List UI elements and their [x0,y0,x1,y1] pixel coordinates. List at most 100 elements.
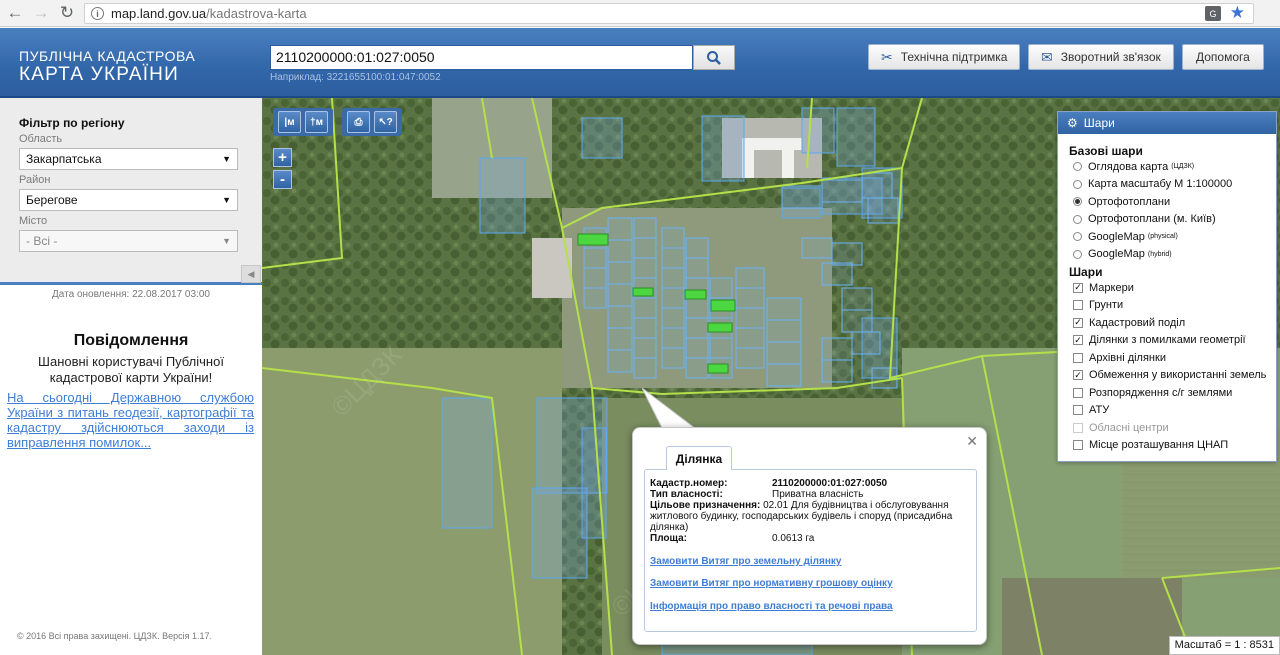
radio-button[interactable] [1073,179,1082,189]
overlay-layer-option[interactable]: ✓ Обмеження у використанні земель [1073,367,1276,385]
radio-button[interactable] [1073,162,1082,172]
overlay-layer-option[interactable]: ✓ Ділянки з помилками геометрії [1073,332,1276,350]
back-arrow-icon[interactable]: ← [4,2,26,24]
rayon-label: Район [19,174,51,186]
base-layer-option[interactable]: GoogleMap (hybrid) [1073,246,1276,264]
browser-toolbar: ← → ↻ i map.land.gov.ua/kadastrova-karta… [0,0,1280,27]
overlay-layer-label: Маркери [1089,281,1134,294]
overlay-layer-label: Обмеження у використанні земель [1089,369,1267,382]
base-layer-label: Ортофотоплани [1088,195,1171,208]
order-extract-link[interactable]: Замовити Витяг про земельну ділянку [650,556,841,567]
overlay-layer-option[interactable]: Обласні центри [1073,419,1276,437]
checkbox-checked[interactable]: ✓ [1073,282,1083,293]
overlay-layer-option[interactable]: Місце розташування ЦНАП [1073,437,1276,455]
info-icon[interactable]: i [91,7,104,20]
map-scale: Масштаб = 1 : 8531 [1168,636,1280,655]
feedback-label: Зворотний зв'язок [1060,50,1161,64]
reload-icon[interactable]: ↻ [56,2,78,24]
print-icon[interactable]: ⎙ [347,111,370,133]
overlay-layer-label: Місце розташування ЦНАП [1089,439,1229,452]
radio-button[interactable] [1073,197,1082,207]
address-bar[interactable]: i map.land.gov.ua/kadastrova-karta G ★ [84,3,1254,24]
purpose-row: Цільове призначення: 02.01 Для будівницт… [650,500,970,533]
checkbox[interactable] [1073,405,1083,416]
measure-distance-icon[interactable]: |м [278,111,301,133]
overlay-layer-label: Обласні центри [1089,421,1169,434]
overlay-layer-option[interactable]: Архівні ділянки [1073,349,1276,367]
base-layer-option[interactable]: Ортофотоплани [1073,193,1276,211]
zoom-in-button[interactable]: + [273,148,292,167]
ownership-info-link[interactable]: Інформація про право власності та речові… [650,601,893,612]
checkbox[interactable] [1073,387,1083,398]
zoom-out-button[interactable]: - [273,170,292,189]
map-view[interactable]: ©ЦДЗК ©ЦДЗК |м †м ⎙ ↖? + - ⚙Шари Базові … [262,98,1280,655]
overlay-layer-option[interactable]: ✓ Кадастровий поділ [1073,314,1276,332]
notice-title: Повідомлення [73,332,189,349]
overlay-layer-option[interactable]: АТУ [1073,402,1276,420]
layers-title: Шари [1083,116,1115,130]
notice-link[interactable]: На сьогодні Державною службою України з … [7,390,254,450]
envelope-icon: ✉ [1041,48,1053,65]
collapse-panel-button[interactable]: ◀ [241,265,261,283]
chevron-down-icon: ▼ [222,195,231,205]
search-button[interactable] [693,45,735,70]
support-label: Технічна підтримка [900,50,1008,64]
support-button[interactable]: ✂ Технічна підтримка [868,44,1021,70]
checkbox-checked[interactable]: ✓ [1073,370,1083,381]
region-filter: Фільтр по регіону Область Закарпатська ▼ … [0,98,262,285]
oblast-select[interactable]: Закарпатська ▼ [19,148,238,170]
bookmark-star-icon[interactable]: ★ [1230,3,1245,23]
base-layer-option[interactable]: Оглядова карта (ЦДЗК) [1073,158,1276,176]
base-layer-option[interactable]: GoogleMap (physical) [1073,228,1276,246]
base-layer-option[interactable]: Ортофотоплани (м. Київ) [1073,211,1276,229]
help-label: Допомога [1196,50,1250,64]
base-layer-superscript: (physical) [1147,233,1178,241]
base-layer-option[interactable]: Карта масштабу М 1:100000 [1073,176,1276,194]
site-logo[interactable]: ПУБЛІЧНА КАДАСТРОВА КАРТА УКРАЇНИ [19,48,195,86]
area-value: 0.0613 га [772,533,815,544]
cadnum-label: Кадастр.номер: [650,478,728,489]
layers-header[interactable]: ⚙ Шари [1058,112,1276,134]
base-layers-title: Базові шари [1069,144,1143,158]
overlay-layer-label: Грунти [1089,299,1124,312]
close-icon[interactable]: ✕ [966,433,978,450]
checkbox[interactable] [1073,422,1083,433]
overlay-layer-label: Розпорядження с/г землями [1089,386,1233,399]
radio-button[interactable] [1073,214,1082,224]
checkbox-checked[interactable]: ✓ [1073,335,1083,346]
feedback-button[interactable]: ✉ Зворотний зв'язок [1028,44,1174,70]
checkbox[interactable] [1073,352,1083,363]
translate-icon[interactable]: G [1205,6,1221,21]
overlay-layer-label: Архівні ділянки [1089,351,1166,364]
overlay-layer-option[interactable]: ✓ Маркери [1073,279,1276,297]
misto-select[interactable]: - Всі - ▼ [19,230,238,252]
overlay-layer-label: АТУ [1089,404,1110,417]
chevron-down-icon: ▼ [222,154,231,164]
checkbox-checked[interactable]: ✓ [1073,317,1083,328]
ownership-label: Тип власності: [650,489,723,500]
tab-parcel[interactable]: Ділянка [666,446,732,470]
search-input[interactable]: 2110200000:01:027:0050 [270,45,693,70]
chevron-left-icon: ◀ [247,268,255,279]
rayon-value: Берегове [26,193,78,207]
ownership-value: Приватна власність [772,489,864,500]
brand-line1: ПУБЛІЧНА КАДАСТРОВА [19,48,196,64]
purpose-label: Цільове призначення: [650,500,761,511]
checkbox[interactable] [1073,440,1083,451]
overlay-layer-option[interactable]: Розпорядження с/г землями [1073,384,1276,402]
measure-area-icon[interactable]: †м [305,111,328,133]
overlay-layer-option[interactable]: Грунти [1073,297,1276,315]
forward-arrow-icon[interactable]: → [30,2,52,24]
help-button[interactable]: Допомога [1182,44,1264,70]
parcel-popup: ✕ Ділянка Кадастр.номер: 2110200000:01:0… [632,427,987,645]
radio-button[interactable] [1073,249,1082,259]
identify-cursor-icon[interactable]: ↖? [374,111,397,133]
filter-title: Фільтр по регіону [19,116,125,130]
cadnum-value: 2110200000:01:027:0050 [772,478,888,489]
rayon-select[interactable]: Берегове ▼ [19,189,238,211]
order-valuation-link[interactable]: Замовити Витяг про нормативну грошову оц… [650,578,893,589]
checkbox[interactable] [1073,300,1083,311]
area-label: Площа: [650,533,687,544]
radio-button[interactable] [1073,232,1082,242]
notice-text: Шановні користувачі Публічної кадастрово… [38,354,224,385]
